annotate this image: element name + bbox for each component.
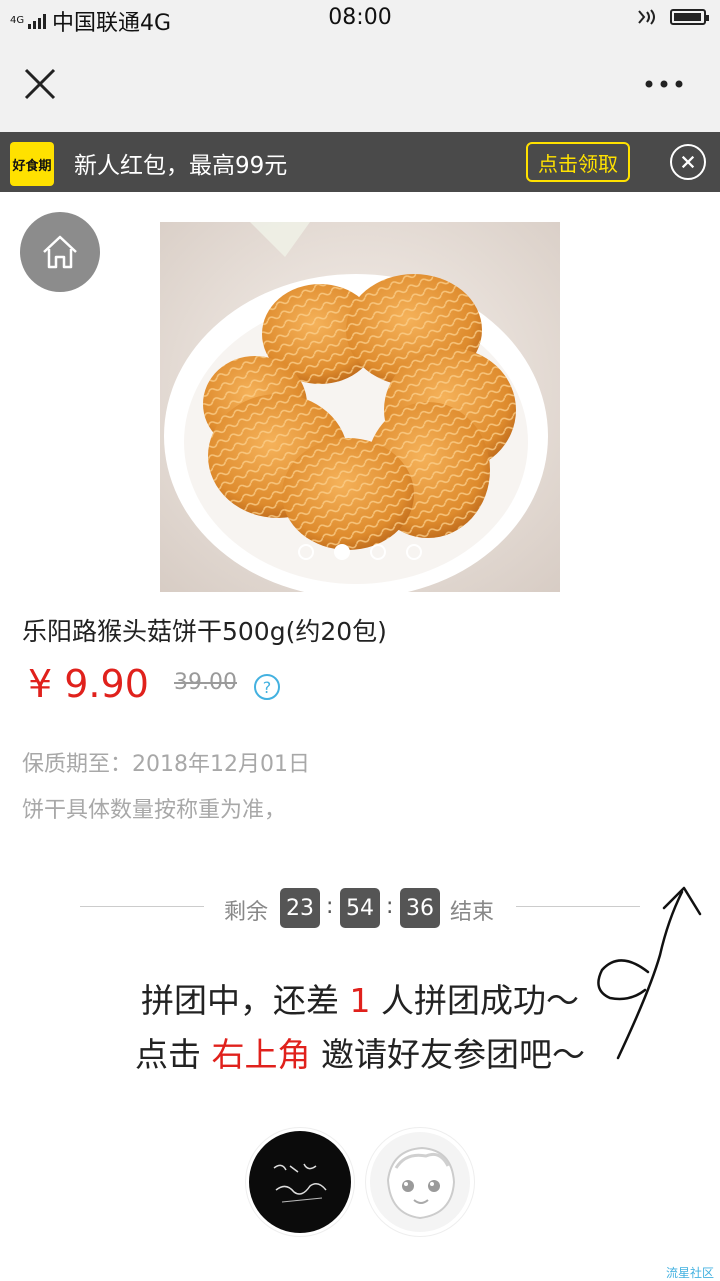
carousel-dot[interactable] <box>298 544 314 560</box>
countdown-hours: 23 <box>280 888 320 928</box>
group-text: 拼团中，还差 <box>141 981 350 1020</box>
watermark: 流星社区 <box>665 1266 714 1280</box>
close-circle-icon[interactable] <box>670 144 706 180</box>
invite-text: 点击 <box>135 1035 212 1074</box>
carousel-dot[interactable] <box>334 544 350 560</box>
shelf-life: 保质期至：2018年12月01日 <box>22 752 310 777</box>
avatar[interactable] <box>246 1128 354 1236</box>
status-time: 08:00 <box>328 5 392 30</box>
battery-icon <box>670 9 709 25</box>
original-price: 39.00 <box>174 670 237 695</box>
countdown-minutes: 54 <box>340 888 380 928</box>
mascot-icon <box>370 1132 470 1232</box>
avatar-image <box>249 1131 351 1233</box>
missing-count: 1 <box>349 981 371 1020</box>
weight-note: 饼干具体数量按称重为准， <box>22 798 287 823</box>
avatar-placeholder[interactable] <box>366 1128 474 1236</box>
sale-price: ¥ 9.90 <box>28 662 149 706</box>
group-text: 人拼团成功～ <box>370 981 579 1020</box>
product-photo <box>160 222 560 592</box>
invite-text: 邀请好友参团吧～ <box>310 1035 585 1074</box>
nfc-icon <box>638 9 655 25</box>
promo-banner: 好食期 新人红包，最高99元 点击领取 <box>0 132 720 192</box>
claim-button[interactable]: 点击领取 <box>526 142 630 182</box>
divider-left <box>80 906 204 907</box>
home-icon <box>43 235 77 269</box>
countdown-seconds: 36 <box>400 888 440 928</box>
nav-bar <box>0 36 720 132</box>
carousel-dot[interactable] <box>370 544 386 560</box>
status-bar: 4G 中国联通4G 08:00 <box>0 0 720 36</box>
product-title: 乐阳路猴头菇饼干500g(约20包) <box>22 617 387 646</box>
close-icon[interactable] <box>22 66 58 102</box>
countdown-separator: : <box>326 894 334 919</box>
countdown-prefix: 剩余 <box>224 900 269 925</box>
promo-text: 新人红包，最高99元 <box>74 153 288 179</box>
status-right <box>636 7 709 27</box>
countdown-separator: : <box>386 894 394 919</box>
home-button[interactable] <box>20 212 100 292</box>
invite-highlight: 右上角 <box>211 1035 311 1074</box>
arrow-doodle-icon <box>597 886 702 1060</box>
carousel-dots <box>160 544 560 560</box>
carousel-dot[interactable] <box>406 544 422 560</box>
countdown-suffix: 结束 <box>450 900 495 925</box>
brand-logo: 好食期 <box>10 142 54 186</box>
more-dots-icon[interactable] <box>644 76 684 92</box>
product-image-carousel[interactable] <box>160 222 560 592</box>
help-icon[interactable]: ? <box>254 674 280 700</box>
